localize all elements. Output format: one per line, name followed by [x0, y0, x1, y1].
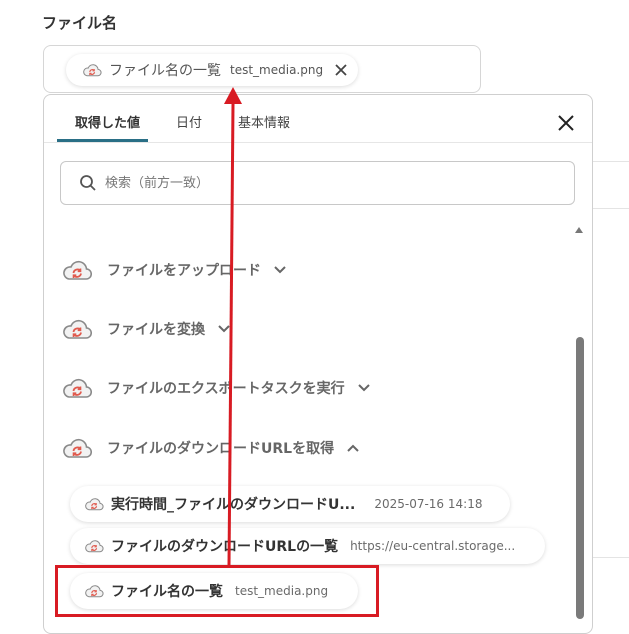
- group-export-task[interactable]: ファイルのエクスポートタスクを実行: [62, 373, 371, 403]
- scrollbar-thumb[interactable]: [576, 337, 584, 619]
- chevron-down-icon: [357, 384, 370, 392]
- cloud-sync-icon: [84, 497, 104, 511]
- item-title: 実行時間_ファイルのダウンロードU...: [111, 497, 356, 513]
- chip-title: ファイル名の一覧: [109, 63, 221, 79]
- cloud-sync-icon: [62, 318, 92, 340]
- scroll-up-arrow[interactable]: [574, 225, 584, 235]
- tab-date[interactable]: 日付: [176, 112, 202, 131]
- close-icon[interactable]: [334, 63, 348, 77]
- field-label: ファイル名: [42, 14, 118, 32]
- chevron-down-icon: [274, 266, 286, 274]
- group-label: ファイルのダウンロードURLを取得: [107, 441, 335, 457]
- group-label: ファイルのエクスポートタスクを実行: [107, 381, 345, 397]
- search-icon: [80, 175, 96, 191]
- highlight-box: [55, 565, 379, 617]
- group-file-convert[interactable]: ファイルを変換: [62, 314, 231, 344]
- item-value: 2025-07-16 14:18: [374, 497, 483, 511]
- tab-divider: [44, 142, 592, 143]
- group-file-upload[interactable]: ファイルをアップロード: [62, 255, 287, 285]
- item-value: https://eu-central.storage...: [350, 539, 516, 553]
- search-field[interactable]: [60, 161, 575, 205]
- divider: [592, 161, 629, 162]
- chevron-up-icon: [347, 444, 359, 452]
- group-download-url[interactable]: ファイルのダウンロードURLを取得: [62, 433, 360, 463]
- divider: [592, 208, 629, 209]
- chevron-down-icon: [218, 325, 230, 333]
- cloud-sync-icon: [62, 259, 92, 281]
- cloud-sync-icon: [62, 377, 92, 399]
- close-icon[interactable]: [554, 111, 578, 135]
- item-title: ファイルのダウンロードURLの一覧: [111, 539, 339, 555]
- list-item[interactable]: 実行時間_ファイルのダウンロードU... 2025-07-16 14:18: [70, 486, 511, 522]
- group-label: ファイルをアップロード: [107, 263, 261, 279]
- cloud-sync-icon: [82, 63, 102, 77]
- filename-value-chip[interactable]: ファイル名の一覧 test_media.png: [66, 54, 359, 86]
- chip-value: test_media.png: [230, 63, 324, 77]
- divider: [592, 557, 629, 558]
- list-item[interactable]: ファイルのダウンロードURLの一覧 https://eu-central.sto…: [70, 528, 546, 564]
- group-label: ファイルを変換: [107, 322, 205, 338]
- tab-basic-info[interactable]: 基本情報: [238, 112, 290, 131]
- cloud-sync-icon: [84, 539, 104, 553]
- search-input[interactable]: [103, 174, 527, 192]
- cloud-sync-icon: [62, 437, 92, 459]
- tab-acquired-values[interactable]: 取得した値: [75, 112, 140, 131]
